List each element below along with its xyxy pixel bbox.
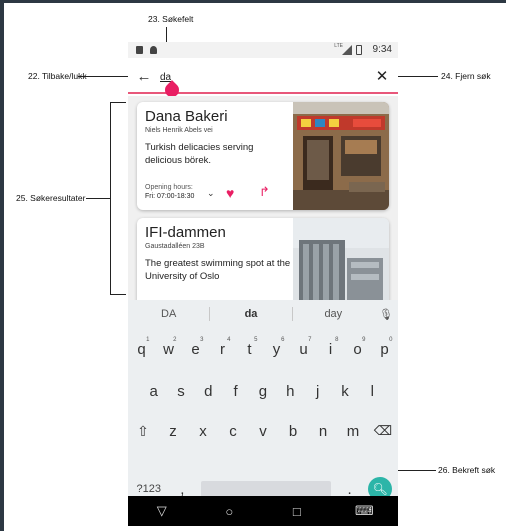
card-title: Dana Bakeri (145, 108, 228, 125)
card-address: Niels Henrik Abels vei (145, 127, 213, 134)
status-time: 9:34 (372, 44, 392, 55)
signal-icon (342, 45, 352, 55)
bakery-photo (293, 102, 389, 210)
nav-recents-icon[interactable]: □ (282, 504, 312, 519)
annotation-bracket-bottom (110, 294, 126, 295)
key-l[interactable]: l (360, 378, 384, 404)
shift-key[interactable]: ⇧ (131, 418, 155, 444)
key-m[interactable]: m (341, 418, 365, 444)
phone-screen: LTE 9:34 ← ✕ Dana Bakeri Niels Henrik Ab… (128, 42, 398, 526)
share-icon[interactable]: ↱ (259, 184, 270, 200)
key-h[interactable]: h (278, 378, 302, 404)
key-z[interactable]: z (161, 418, 185, 444)
key-v[interactable]: v (251, 418, 275, 444)
keyboard-row-1: q1w2e3r4t5y6u7i8o9p0 (128, 336, 398, 362)
key-e[interactable]: e3 (184, 336, 208, 362)
result-card-ifi-dammen[interactable]: IFI-dammen Gaustadalléen 23B The greates… (137, 218, 389, 302)
key-c[interactable]: c (221, 418, 245, 444)
annotation-line-search-results (86, 198, 110, 199)
heart-icon[interactable]: ♥ (226, 185, 234, 201)
status-bar: LTE 9:34 (128, 42, 398, 58)
microphone-icon[interactable]: 🎙 (374, 308, 398, 321)
chevron-down-icon[interactable]: ⌄ (207, 188, 215, 199)
navigation-bar: ▽ ○ □ ⌨ (128, 496, 398, 526)
battery-icon (356, 45, 362, 55)
key-d[interactable]: d (196, 378, 220, 404)
key-q[interactable]: q1 (130, 336, 154, 362)
close-icon[interactable]: ✕ (372, 66, 392, 86)
key-f[interactable]: f (224, 378, 248, 404)
key-o[interactable]: o9 (346, 336, 370, 362)
key-k[interactable]: k (333, 378, 357, 404)
keyboard: DA da day 🎙 q1w2e3r4t5y6u7i8o9p0 asdfghj… (128, 300, 398, 501)
opening-hours-label: Opening hours: (145, 184, 193, 191)
card-description: Turkish delicacies serving delicious bör… (145, 142, 254, 166)
key-y[interactable]: y6 (265, 336, 289, 362)
search-input[interactable] (160, 68, 360, 86)
key-g[interactable]: g (251, 378, 275, 404)
annotation-bracket-search-results (110, 102, 111, 294)
suggestion-2[interactable]: da (210, 308, 291, 320)
key-j[interactable]: j (306, 378, 330, 404)
key-p[interactable]: p0 (373, 336, 397, 362)
backspace-icon[interactable]: ⌫ (371, 418, 395, 444)
card-body: IFI-dammen Gaustadalléen 23B The greates… (145, 224, 291, 283)
search-results-list: Dana Bakeri Niels Henrik Abels vei Turki… (128, 96, 398, 302)
arrow-left-icon[interactable]: ← (134, 66, 154, 86)
suggestion-strip: DA da day 🎙 (128, 300, 398, 328)
notification-icon (136, 46, 143, 54)
space-key[interactable] (200, 481, 331, 497)
nav-home-icon[interactable]: ○ (214, 504, 244, 519)
key-b[interactable]: b (281, 418, 305, 444)
card-body: Dana Bakeri Niels Henrik Abels vei Turki… (145, 108, 291, 167)
suggestion-1[interactable]: DA (128, 308, 209, 320)
key-w[interactable]: w2 (157, 336, 181, 362)
annotation-clear-search: 24. Fjern søk (441, 71, 491, 81)
annotation-line-confirm-search (396, 470, 436, 471)
key-n[interactable]: n (311, 418, 335, 444)
annotation-search-results: 25. Søkeresultater (16, 193, 86, 203)
opening-hours: Fri: 07:00-18:30 (145, 193, 195, 200)
key-u[interactable]: u7 (292, 336, 316, 362)
key-r[interactable]: r4 (211, 336, 235, 362)
key-t[interactable]: t5 (238, 336, 262, 362)
ifi-building-photo (293, 218, 389, 302)
card-description: The greatest swimming spot at the Univer… (145, 258, 291, 282)
key-i[interactable]: i8 (319, 336, 343, 362)
suggestion-3[interactable]: day (293, 308, 374, 320)
annotation-line-back-close (78, 76, 132, 77)
key-s[interactable]: s (169, 378, 193, 404)
card-title: IFI-dammen (145, 224, 226, 241)
annotation-confirm-search: 26. Bekreft søk (438, 465, 496, 475)
key-a[interactable]: a (142, 378, 166, 404)
annotation-search-field: 23. Søkefelt (148, 14, 194, 24)
keyboard-row-3: ⇧ z x c v b n m ⌫ (128, 418, 398, 444)
nav-back-icon[interactable]: ▽ (147, 503, 177, 519)
result-card-dana-bakeri[interactable]: Dana Bakeri Niels Henrik Abels vei Turki… (137, 102, 389, 210)
card-address: Gaustadalléen 23B (145, 243, 205, 250)
annotation-bracket-top (110, 102, 126, 103)
keyboard-switch-icon[interactable]: ⌨ (349, 503, 379, 519)
keyboard-row-2: asdfghjkl (128, 378, 398, 404)
android-icon (150, 46, 157, 54)
key-x[interactable]: x (191, 418, 215, 444)
